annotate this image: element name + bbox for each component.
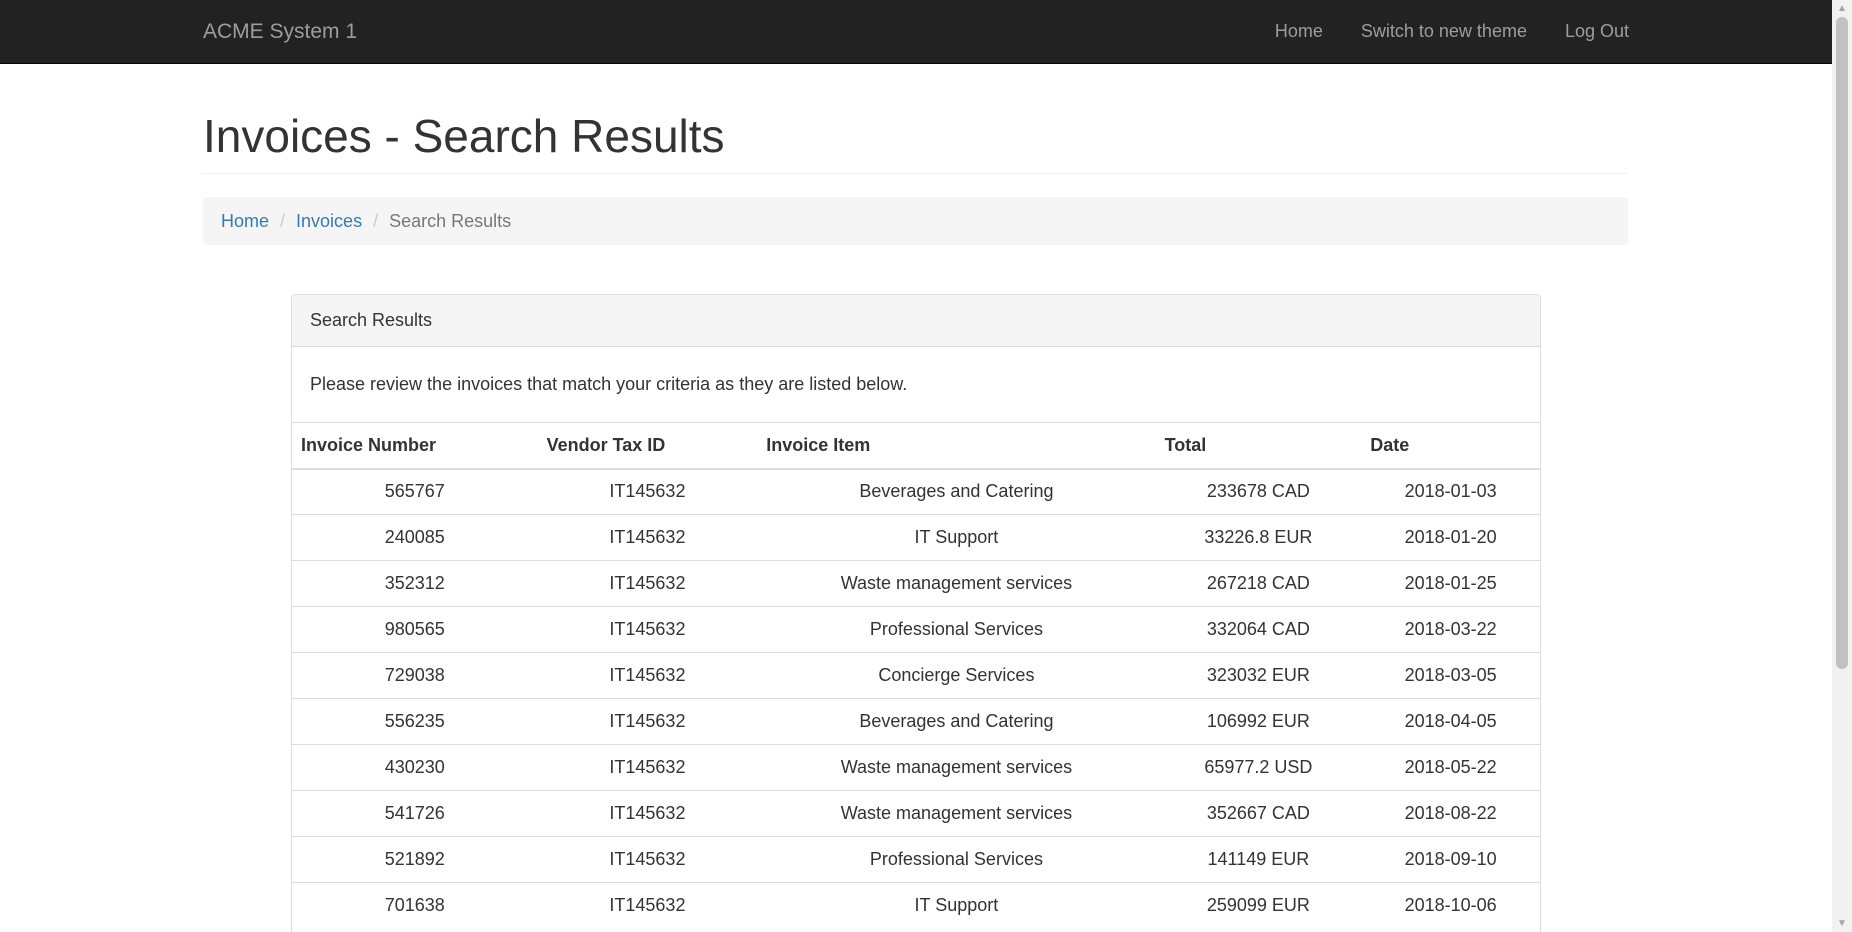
cell-invoice-number: 352312 xyxy=(292,560,538,607)
cell-total: 259099 EUR xyxy=(1155,882,1362,929)
browser-viewport: ACME System 1 Home Switch to new theme L… xyxy=(0,0,1832,932)
table-row: 701638 IT145632 IT Support 259099 EUR 20… xyxy=(292,882,1540,929)
cell-total: 332064 CAD xyxy=(1155,606,1362,653)
cell-date: 2018-09-10 xyxy=(1361,836,1540,883)
breadcrumb-invoices-link[interactable]: Invoices xyxy=(296,211,362,232)
vertical-scrollbar[interactable]: ▲ ▼ xyxy=(1832,0,1852,932)
nav-switch-theme-link[interactable]: Switch to new theme xyxy=(1361,21,1527,42)
cell-invoice-number: 430230 xyxy=(292,744,538,791)
header-date: Date xyxy=(1361,422,1540,470)
table-row: 556235 IT145632 Beverages and Catering 1… xyxy=(292,698,1540,745)
cell-date: 2018-08-22 xyxy=(1361,790,1540,837)
cell-invoice-item: Waste management services xyxy=(757,790,1156,837)
cell-total: 323032 EUR xyxy=(1155,652,1362,699)
table-row: 980565 IT145632 Professional Services 33… xyxy=(292,606,1540,653)
nav-home-link[interactable]: Home xyxy=(1275,21,1323,42)
search-results-panel: Search Results Please review the invoice… xyxy=(291,294,1541,932)
page-title: Invoices - Search Results xyxy=(203,110,725,162)
breadcrumb: Home / Invoices / Search Results xyxy=(203,197,1628,245)
table-row: 541726 IT145632 Waste management service… xyxy=(292,790,1540,837)
cell-vendor-tax-id: IT145632 xyxy=(537,468,758,515)
cell-date: 2018-01-20 xyxy=(1361,514,1540,561)
table-row: 430230 IT145632 Waste management service… xyxy=(292,744,1540,791)
cell-total: 267218 CAD xyxy=(1155,560,1362,607)
cell-date: 2018-04-05 xyxy=(1361,698,1540,745)
cell-date: 2018-10-06 xyxy=(1361,882,1540,929)
triangle-up-icon[interactable]: ▲ xyxy=(1832,0,1852,17)
cell-date: 2018-01-03 xyxy=(1361,468,1540,515)
cell-vendor-tax-id: IT145632 xyxy=(537,514,758,561)
cell-invoice-item: Beverages and Catering xyxy=(757,468,1156,515)
cell-invoice-number: 980565 xyxy=(292,606,538,653)
cell-invoice-number: 541726 xyxy=(292,790,538,837)
cell-invoice-item: Beverages and Catering xyxy=(757,698,1156,745)
scroll-thumb[interactable] xyxy=(1836,17,1848,669)
cell-invoice-number: 565767 xyxy=(292,468,538,515)
cell-total: 233678 CAD xyxy=(1155,468,1362,515)
cell-date: 2018-01-25 xyxy=(1361,560,1540,607)
table-row: 521892 IT145632 Professional Services 14… xyxy=(292,836,1540,883)
cell-vendor-tax-id: IT145632 xyxy=(537,560,758,607)
table-row: 240085 IT145632 IT Support 33226.8 EUR 2… xyxy=(292,514,1540,561)
cell-total: 141149 EUR xyxy=(1155,836,1362,883)
page-header: Invoices - Search Results xyxy=(203,104,1628,174)
header-invoice-item: Invoice Item xyxy=(757,422,1156,470)
table-row: 352312 IT145632 Waste management service… xyxy=(292,560,1540,607)
cell-vendor-tax-id: IT145632 xyxy=(537,882,758,929)
cell-vendor-tax-id: IT145632 xyxy=(537,836,758,883)
header-total: Total xyxy=(1155,422,1362,470)
cell-total: 65977.2 USD xyxy=(1155,744,1362,791)
cell-total: 33226.8 EUR xyxy=(1155,514,1362,561)
breadcrumb-current: Search Results xyxy=(389,210,512,231)
cell-invoice-item: IT Support xyxy=(757,514,1156,561)
cell-invoice-number: 521892 xyxy=(292,836,538,883)
cell-total: 352667 CAD xyxy=(1155,790,1362,837)
table-header-row: Invoice Number Vendor Tax ID Invoice Ite… xyxy=(292,422,1540,470)
cell-invoice-item: Concierge Services xyxy=(757,652,1156,699)
cell-total: 106992 EUR xyxy=(1155,698,1362,745)
panel-body-text: Please review the invoices that match yo… xyxy=(310,374,908,394)
cell-vendor-tax-id: IT145632 xyxy=(537,652,758,699)
header-invoice-number: Invoice Number xyxy=(292,422,538,470)
cell-invoice-item: Professional Services xyxy=(757,606,1156,653)
cell-date: 2018-03-22 xyxy=(1361,606,1540,653)
breadcrumb-separator: / xyxy=(280,210,286,231)
cell-invoice-item: IT Support xyxy=(757,882,1156,929)
table-row: 565767 IT145632 Beverages and Catering 2… xyxy=(292,468,1540,515)
cell-vendor-tax-id: IT145632 xyxy=(537,606,758,653)
cell-vendor-tax-id: IT145632 xyxy=(537,744,758,791)
top-navbar: ACME System 1 Home Switch to new theme L… xyxy=(0,0,1832,64)
header-vendor-tax-id: Vendor Tax ID xyxy=(537,422,758,470)
panel-heading: Search Results xyxy=(292,295,1540,347)
breadcrumb-home-link[interactable]: Home xyxy=(221,211,269,232)
cell-invoice-number: 729038 xyxy=(292,652,538,699)
cell-date: 2018-05-22 xyxy=(1361,744,1540,791)
cell-invoice-number: 701638 xyxy=(292,882,538,929)
cell-invoice-number: 556235 xyxy=(292,698,538,745)
invoices-table: Invoice Number Vendor Tax ID Invoice Ite… xyxy=(292,422,1540,929)
cell-invoice-number: 240085 xyxy=(292,514,538,561)
cell-date: 2018-03-05 xyxy=(1361,652,1540,699)
triangle-down-icon[interactable]: ▼ xyxy=(1832,915,1852,932)
table-row: 729038 IT145632 Concierge Services 32303… xyxy=(292,652,1540,699)
cell-invoice-item: Waste management services xyxy=(757,744,1156,791)
brand-link[interactable]: ACME System 1 xyxy=(203,0,357,63)
nav-logout-link[interactable]: Log Out xyxy=(1565,21,1629,42)
nav-links: Home Switch to new theme Log Out xyxy=(1237,0,1629,63)
breadcrumb-separator: / xyxy=(373,210,379,231)
cell-invoice-item: Professional Services xyxy=(757,836,1156,883)
cell-vendor-tax-id: IT145632 xyxy=(537,790,758,837)
cell-vendor-tax-id: IT145632 xyxy=(537,698,758,745)
cell-invoice-item: Waste management services xyxy=(757,560,1156,607)
